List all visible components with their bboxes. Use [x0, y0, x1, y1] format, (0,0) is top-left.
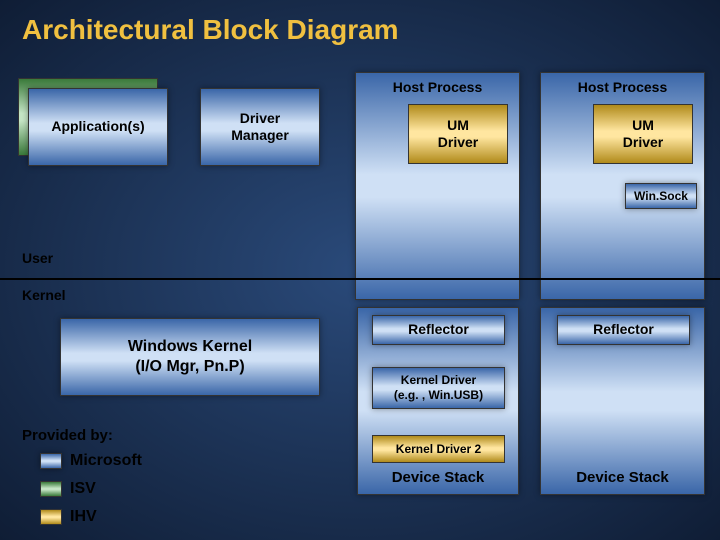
- device-stack-1-label: Device Stack: [392, 469, 485, 488]
- user-kernel-divider: [0, 278, 720, 280]
- kernel-driver-1-block: Kernel Driver (e.g. , Win.USB): [372, 367, 505, 409]
- um-driver-1-block: UM Driver: [408, 104, 508, 164]
- um-driver-2-label: UM Driver: [623, 117, 663, 152]
- driver-manager-block: Driver Manager: [200, 88, 320, 166]
- kernel-driver-1-label: Kernel Driver (e.g. , Win.USB): [394, 373, 483, 403]
- legend-label-ihv: IHV: [70, 508, 97, 526]
- legend-item-ihv: IHV: [40, 508, 97, 526]
- kernel-driver-2-label: Kernel Driver 2: [396, 442, 481, 457]
- legend-swatch-microsoft: [40, 453, 62, 469]
- winsock-label: Win.Sock: [634, 189, 688, 204]
- um-driver-1-label: UM Driver: [438, 117, 478, 152]
- reflector-2-label: Reflector: [593, 321, 654, 339]
- host-process-2-label: Host Process: [578, 79, 667, 97]
- reflector-1-block: Reflector: [372, 315, 505, 345]
- legend-label-isv: ISV: [70, 480, 96, 498]
- winsock-block: Win.Sock: [625, 183, 697, 209]
- driver-manager-label: Driver Manager: [231, 110, 289, 145]
- um-driver-2-block: UM Driver: [593, 104, 693, 164]
- legend-swatch-ihv: [40, 509, 62, 525]
- legend-swatch-isv: [40, 481, 62, 497]
- diagram-canvas: Application(s) Driver Manager Host Proce…: [0, 0, 720, 540]
- device-stack-2-label: Device Stack: [576, 469, 669, 488]
- windows-kernel-label: Windows Kernel (I/O Mgr, Pn.P): [128, 337, 252, 377]
- user-label: User: [22, 250, 53, 266]
- kernel-driver-2-block: Kernel Driver 2: [372, 435, 505, 463]
- legend-label-microsoft: Microsoft: [70, 452, 142, 470]
- windows-kernel-block: Windows Kernel (I/O Mgr, Pn.P): [60, 318, 320, 396]
- legend-heading: Provided by:: [22, 427, 113, 444]
- reflector-1-label: Reflector: [408, 321, 469, 339]
- legend-item-isv: ISV: [40, 480, 96, 498]
- kernel-label: Kernel: [22, 287, 66, 303]
- legend-item-microsoft: Microsoft: [40, 452, 142, 470]
- applications-label: Application(s): [51, 118, 144, 136]
- host-process-1-label: Host Process: [393, 79, 482, 97]
- applications-block: Application(s): [28, 88, 168, 166]
- reflector-2-block: Reflector: [557, 315, 690, 345]
